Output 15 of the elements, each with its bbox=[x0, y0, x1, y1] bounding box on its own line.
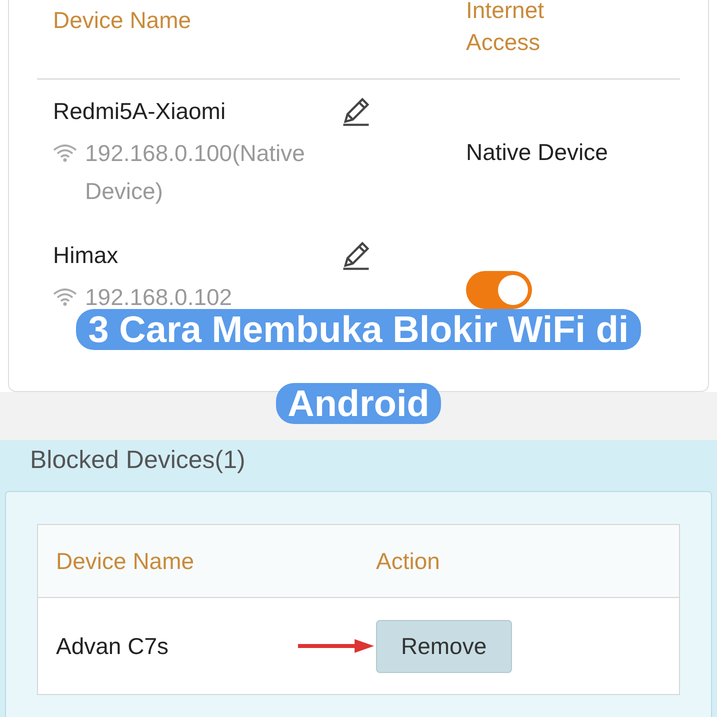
section-title: Blocked Devices(1) bbox=[29, 446, 246, 475]
remove-button[interactable]: Remove bbox=[376, 620, 512, 672]
column-header: Action bbox=[376, 548, 440, 574]
access-status: Native Device bbox=[466, 138, 608, 166]
ip-address: 192.168.0.102 bbox=[85, 283, 232, 312]
table-cell-text: Advan C7s bbox=[56, 632, 170, 660]
wifi-icon bbox=[53, 144, 77, 162]
column-header: Device Name bbox=[56, 548, 196, 574]
access-toggle[interactable] bbox=[466, 271, 532, 309]
wifi-icon bbox=[53, 288, 77, 306]
device-name: Himax bbox=[53, 242, 118, 268]
column-header: Device Name bbox=[52, 6, 192, 34]
ip-address: 192.168.0.100(Native Device) bbox=[85, 139, 306, 206]
column-header: Internet Access bbox=[466, 0, 545, 57]
device-name: Redmi5A-Xiaomi bbox=[53, 98, 226, 124]
